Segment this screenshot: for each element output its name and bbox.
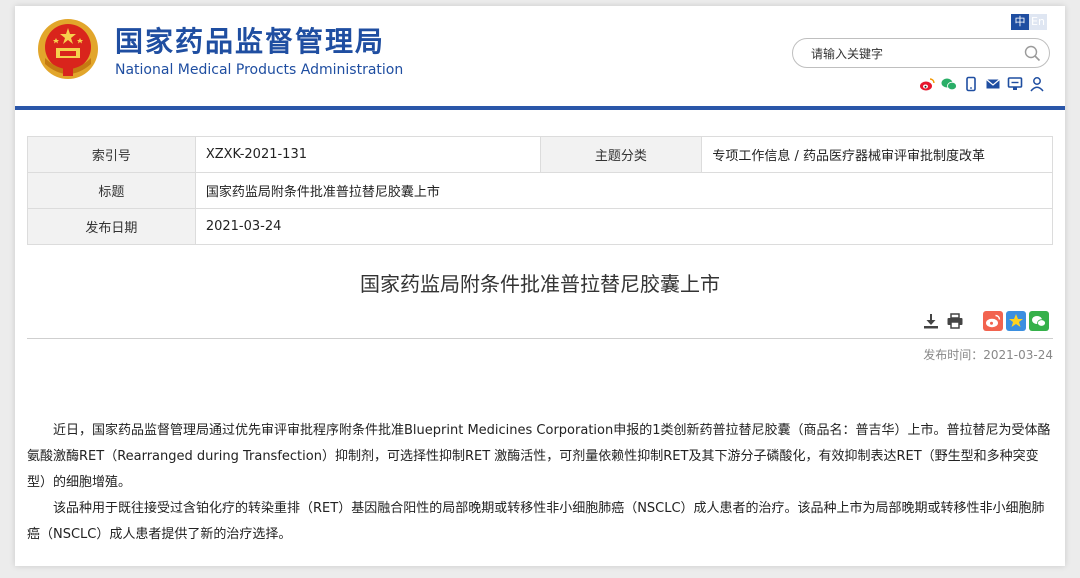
title-divider <box>27 338 1053 339</box>
national-emblem-icon[interactable] <box>37 18 99 80</box>
article-title: 国家药监局附条件批准普拉替尼胶囊上市 <box>360 272 720 296</box>
lang-en-button[interactable]: En <box>1029 14 1047 30</box>
weibo-share-icon[interactable] <box>983 311 1003 331</box>
search-box <box>792 38 1050 68</box>
site-name-en[interactable]: National Medical Products Administration <box>115 62 403 78</box>
category-value: 专项工作信息 / 药品医疗器械审评审批制度改革 <box>701 136 1053 173</box>
wechat-share-icon[interactable] <box>1029 311 1049 331</box>
info-row-date: 发布日期 2021-03-24 <box>27 208 1054 245</box>
qzone-share-icon[interactable] <box>1006 311 1026 331</box>
user-icon[interactable] <box>1029 76 1045 92</box>
mail-icon[interactable] <box>985 76 1001 92</box>
site-name-cn[interactable]: 国家药品监督管理局 <box>115 20 385 60</box>
info-table: 索引号 XZXK-2021-131 主题分类 专项工作信息 / 药品医疗器械审评… <box>27 136 1054 245</box>
message-icon[interactable] <box>1007 76 1023 92</box>
lang-zh-button[interactable]: 中 <box>1011 14 1029 30</box>
title-value: 国家药监局附条件批准普拉替尼胶囊上市 <box>194 172 1054 209</box>
print-icon[interactable] <box>946 312 964 330</box>
header-divider <box>15 106 1065 110</box>
date-value: 2021-03-24 <box>194 208 1054 245</box>
article-body: 近日，国家药品监督管理局通过优先审评审批程序附条件批准Blueprint Med… <box>27 418 1057 548</box>
weibo-icon[interactable] <box>919 76 935 92</box>
publish-time: 发布时间：2021-03-24 <box>923 348 1053 362</box>
info-row-title: 标题 国家药监局附条件批准普拉替尼胶囊上市 <box>27 172 1054 209</box>
article-tools <box>922 312 964 330</box>
index-label: 索引号 <box>27 136 196 173</box>
share-buttons <box>983 311 1049 331</box>
site-header: 国家药品监督管理局 National Medical Products Admi… <box>15 6 1065 106</box>
mobile-icon[interactable] <box>963 76 979 92</box>
index-value: XZXK-2021-131 <box>194 136 541 173</box>
article-paragraph-1: 近日，国家药品监督管理局通过优先审评审批程序附条件批准Blueprint Med… <box>27 423 1051 490</box>
category-label: 主题分类 <box>539 136 703 173</box>
wechat-icon[interactable] <box>941 76 957 92</box>
download-icon[interactable] <box>922 312 940 330</box>
language-switch: 中 En <box>1011 14 1047 30</box>
social-links <box>919 76 1045 92</box>
search-icon[interactable] <box>1024 45 1041 62</box>
search-input[interactable] <box>809 44 1013 64</box>
title-label: 标题 <box>27 172 196 209</box>
info-row-index: 索引号 XZXK-2021-131 主题分类 专项工作信息 / 药品医疗器械审评… <box>27 136 1053 173</box>
article-paragraph-2: 该品种用于既往接受过含铂化疗的转染重排（RET）基因融合阳性的局部晚期或转移性非… <box>27 501 1045 542</box>
date-label: 发布日期 <box>27 208 196 245</box>
page: 国家药品监督管理局 National Medical Products Admi… <box>15 6 1065 566</box>
